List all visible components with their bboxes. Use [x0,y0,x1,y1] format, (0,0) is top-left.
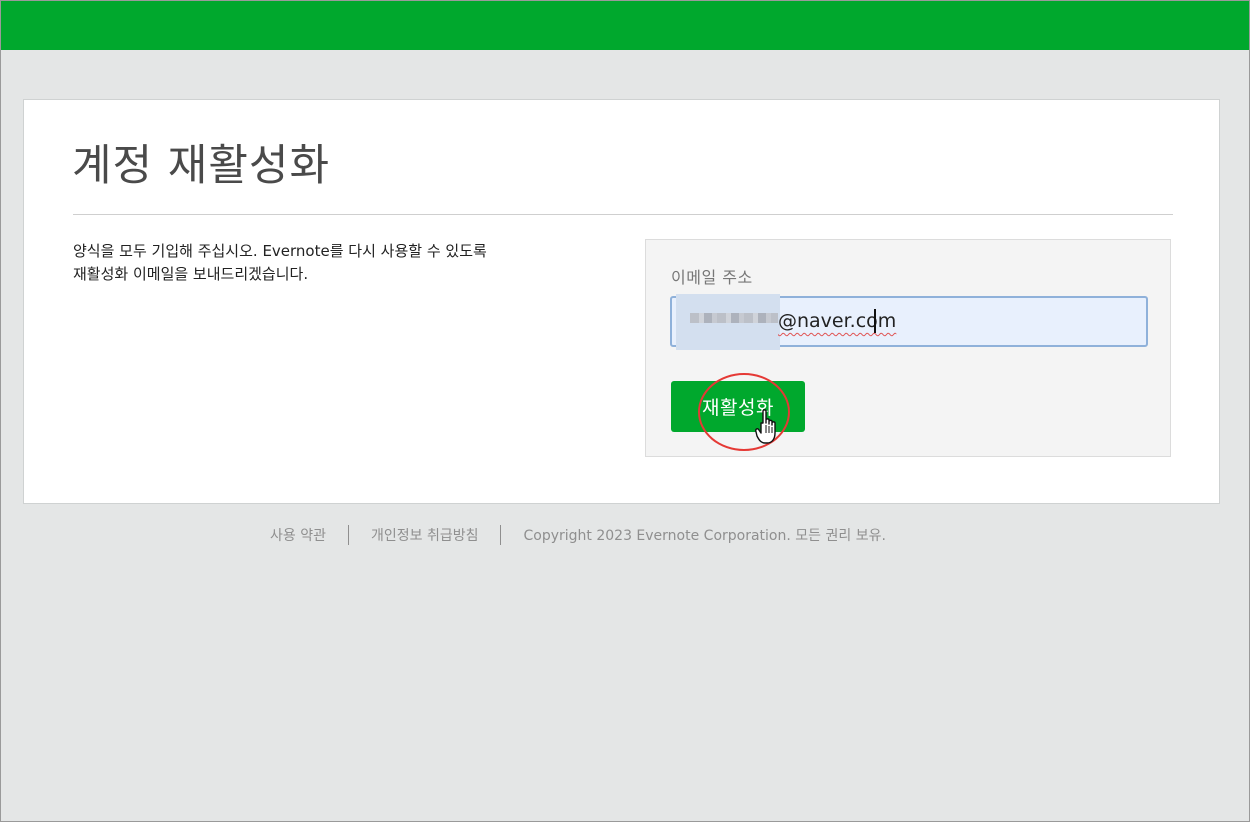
copyright-text: Copyright 2023 Evernote Corporation. 모든 … [523,528,886,544]
hand-pointer-icon [755,409,776,444]
email-input-value: @naver.com [778,310,897,332]
redacted-email-prefix [676,294,780,350]
page-title: 계정 재활성화 [72,141,331,191]
reactivation-card: 계정 재활성화 양식을 모두 기입해 주십시오. Evernote를 다시 사용… [23,99,1220,504]
footer-separator [500,525,502,545]
footer-separator [347,525,349,545]
title-divider [73,214,1173,215]
email-input[interactable]: @naver.com [670,294,1148,350]
terms-link[interactable]: 사용 약관 [270,525,326,545]
brand-header-bar [1,1,1249,50]
page-footer: 사용 약관 개인정보 취급방침 Copyright 2023 Evernote … [270,524,886,546]
instructions-line-2: 재활성화 이메일을 보내드리겠습니다. [73,265,309,283]
instructions-text: 양식을 모두 기입해 주십시오. Evernote를 다시 사용할 수 있도록 … [73,240,603,286]
instructions-line-1: 양식을 모두 기입해 주십시오. Evernote를 다시 사용할 수 있도록 [73,242,487,260]
text-caret [874,309,876,333]
privacy-link[interactable]: 개인정보 취급방침 [371,525,479,545]
email-label: 이메일 주소 [671,268,753,287]
reactivation-form: 이메일 주소 @naver.com 재활성화 [645,239,1171,457]
